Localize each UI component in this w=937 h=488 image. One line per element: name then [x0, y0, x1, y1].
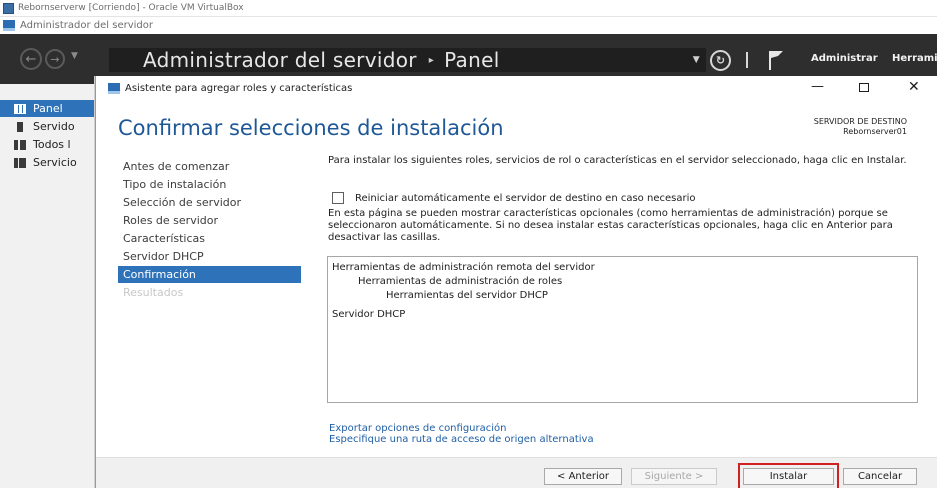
menu-administrar[interactable]: Administrar	[811, 53, 878, 64]
checkbox-box[interactable]	[332, 192, 344, 204]
breadcrumb-dropdown-icon[interactable]: ▼	[693, 55, 700, 65]
server-manager-title-bar: Administrador del servidor	[0, 17, 937, 34]
list-item: Herramientas del servidor DHCP	[386, 290, 548, 301]
step-label: Resultados	[123, 286, 184, 299]
menu-herramientas[interactable]: Herrami	[892, 53, 937, 64]
maximize-icon[interactable]	[859, 79, 869, 96]
wizard-button-bar: < Anterior Siguiente > Instalar Cancelar	[96, 457, 937, 488]
destination-server-label: SERVIDOR DE DESTINO	[813, 117, 907, 126]
step-confirmacion[interactable]: Confirmación	[118, 266, 301, 283]
servers-icon	[14, 139, 26, 150]
server-manager-icon	[3, 20, 15, 31]
step-label: Servidor DHCP	[123, 250, 204, 263]
refresh-icon[interactable]: ↻	[710, 50, 731, 71]
breadcrumb-page[interactable]: Panel	[444, 48, 499, 72]
sidebar-item-label: Servido	[33, 120, 75, 133]
optional-features-text: En esta página se pueden mostrar caracte…	[328, 208, 893, 243]
sidebar-item-todos-los-servidores[interactable]: Todos l	[0, 136, 95, 153]
breadcrumb-app[interactable]: Administrador del servidor	[143, 48, 417, 72]
restart-checkbox[interactable]: Reiniciar automáticamente el servidor de…	[328, 192, 695, 204]
sidebar-item-servicios[interactable]: Servicio	[0, 154, 95, 171]
step-label: Antes de comenzar	[123, 160, 230, 173]
sidebar-item-label: Panel	[33, 102, 63, 115]
server-icon	[17, 121, 23, 132]
step-tipo-de-instalacion[interactable]: Tipo de instalación	[118, 176, 301, 193]
step-label: Características	[123, 232, 206, 245]
export-config-link[interactable]: Exportar opciones de configuración	[329, 423, 506, 434]
destination-server-name: Rebornserver01	[843, 127, 907, 136]
breadcrumb-separator-icon: ▸	[428, 54, 435, 66]
virtualbox-title: Rebornserverw [Corriendo] - Oracle VM Vi…	[18, 3, 244, 13]
step-caracteristicas[interactable]: Características	[118, 230, 301, 247]
page-title: Confirmar selecciones de instalación	[118, 116, 504, 140]
step-seleccion-de-servidor[interactable]: Selección de servidor	[118, 194, 301, 211]
intro-text: Para instalar los siguientes roles, serv…	[328, 155, 907, 166]
list-item: Herramientas de administración de roles	[358, 276, 563, 287]
step-label: Selección de servidor	[123, 196, 241, 209]
next-button: Siguiente >	[631, 468, 717, 485]
step-label: Tipo de instalación	[123, 178, 227, 191]
add-roles-wizard: Asistente para agregar roles y caracterí…	[95, 76, 937, 488]
forward-arrow-icon[interactable]: →	[45, 49, 65, 69]
list-item: Servidor DHCP	[332, 309, 406, 320]
sidebar-item-panel[interactable]: Panel	[0, 100, 95, 117]
dashboard-icon	[14, 103, 26, 114]
sidebar-item-label: Todos l	[33, 138, 71, 151]
wizard-icon	[108, 82, 120, 94]
breadcrumb: Administrador del servidor ▸ Panel ▼	[109, 48, 706, 72]
virtualbox-title-bar: Rebornserverw [Corriendo] - Oracle VM Vi…	[0, 0, 937, 17]
step-antes-de-comenzar[interactable]: Antes de comenzar	[118, 158, 301, 175]
step-servidor-dhcp[interactable]: Servidor DHCP	[118, 248, 301, 265]
history-dropdown-icon[interactable]: ▼	[71, 51, 78, 61]
step-label: Confirmación	[123, 268, 196, 281]
server-manager-sidebar: Panel Servido Todos l Servicio	[0, 84, 95, 488]
cancel-button[interactable]: Cancelar	[843, 468, 917, 485]
list-item: Herramientas de administración remota de…	[332, 262, 595, 273]
step-resultados: Resultados	[118, 284, 301, 301]
sidebar-item-label: Servicio	[33, 156, 77, 169]
server-manager-title: Administrador del servidor	[20, 20, 153, 31]
minimize-icon[interactable]: —	[811, 79, 824, 94]
previous-button[interactable]: < Anterior	[544, 468, 622, 485]
wizard-title: Asistente para agregar roles y caracterí…	[125, 82, 353, 94]
sidebar-item-servidor-local[interactable]: Servido	[0, 118, 95, 135]
virtualbox-icon	[3, 2, 14, 14]
file-services-icon	[14, 157, 26, 168]
alternate-source-link[interactable]: Especifique una ruta de acceso de origen…	[329, 434, 594, 445]
selection-summary-list[interactable]: Herramientas de administración remota de…	[327, 256, 918, 403]
header-divider	[746, 52, 748, 68]
restart-checkbox-label[interactable]: Reiniciar automáticamente el servidor de…	[355, 193, 695, 204]
notifications-flag-icon[interactable]	[768, 50, 784, 70]
back-arrow-icon[interactable]: ←	[20, 48, 42, 70]
close-icon[interactable]: ✕	[908, 79, 920, 95]
install-button[interactable]: Instalar	[743, 468, 834, 485]
step-roles-de-servidor[interactable]: Roles de servidor	[118, 212, 301, 229]
step-label: Roles de servidor	[123, 214, 218, 227]
